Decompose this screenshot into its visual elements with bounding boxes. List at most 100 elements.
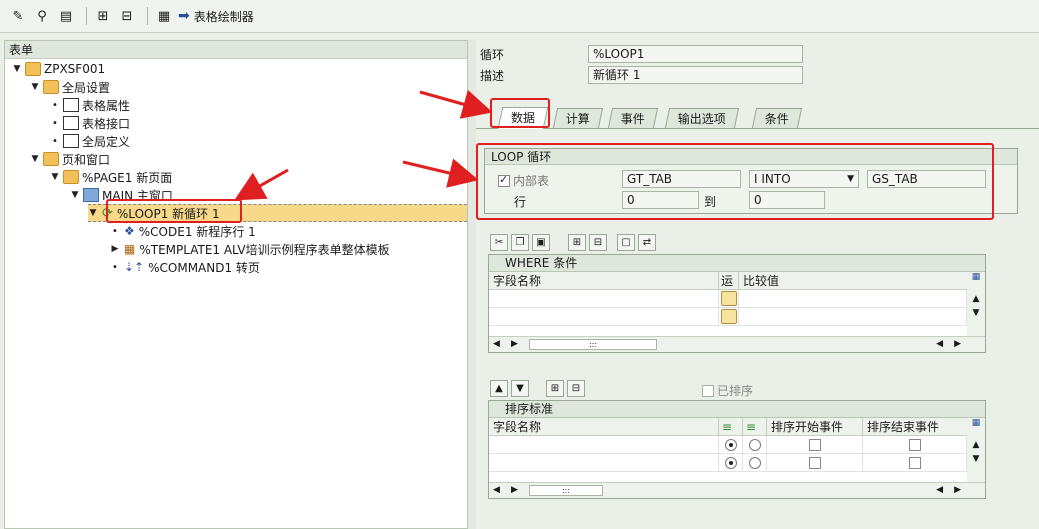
tree-node-command1[interactable]: • ⇣⇡ %COMMAND1 转页	[110, 258, 260, 276]
column-header-field-name[interactable]: 字段名称	[489, 272, 719, 289]
collapsed-triangle-icon[interactable]: ▶	[110, 244, 120, 254]
ascending-cell[interactable]	[719, 436, 743, 453]
ascending-radio[interactable]	[724, 456, 737, 469]
table-settings-icon[interactable]: ▦	[967, 418, 985, 436]
column-header-operator[interactable]: 运	[719, 272, 739, 289]
loop-name-field[interactable]: %LOOP1	[588, 45, 803, 63]
cut-icon[interactable]: ✂	[490, 234, 508, 251]
operator-cell[interactable]	[719, 290, 739, 307]
delete-row-icon[interactable]: ⊟	[589, 234, 607, 251]
expand-node-icon[interactable]: ⊞	[93, 6, 113, 26]
copy-icon[interactable]: ❐	[511, 234, 529, 251]
move-down-icon[interactable]: ▼	[511, 380, 529, 397]
delete-row-icon[interactable]: ⊟	[567, 380, 585, 397]
column-header-compare-value[interactable]: 比较值	[739, 272, 967, 289]
sort-start-event-cell[interactable]	[767, 454, 863, 471]
tab-calculation[interactable]: 计算	[552, 108, 604, 128]
tree-node-template1[interactable]: ▶ ▦ %TEMPLATE1 ALV培训示例程序表单整体模板	[110, 240, 390, 258]
sort-start-event-checkbox[interactable]	[808, 456, 821, 469]
horizontal-scrollbar[interactable]: ◀ ▶ ::: ◀ ▶	[489, 482, 985, 498]
descending-cell[interactable]	[743, 436, 767, 453]
tree-node-root[interactable]: ▼ ZPXSF001	[12, 60, 105, 78]
operator-button[interactable]	[720, 309, 737, 324]
sort-end-event-cell[interactable]	[863, 454, 967, 471]
field-name-cell[interactable]	[489, 290, 719, 307]
expand-triangle-icon[interactable]: ▼	[88, 208, 98, 218]
scroll-left-icon[interactable]: ◀	[936, 339, 943, 349]
field-list-icon[interactable]: ▢	[617, 234, 635, 251]
sort-end-event-checkbox[interactable]	[908, 456, 921, 469]
tree-node-global-settings[interactable]: ▼ 全局设置	[30, 78, 110, 96]
expand-triangle-icon[interactable]: ▼	[70, 190, 80, 200]
descending-radio[interactable]	[748, 438, 761, 451]
tab-events[interactable]: 事件	[607, 108, 659, 128]
tree-node-form-interface[interactable]: • 表格接口	[50, 114, 130, 132]
horizontal-scrollbar[interactable]: ◀ ▶ ::: ◀ ▶	[489, 336, 985, 352]
panel-splitter[interactable]	[468, 40, 476, 529]
tree-node-page1[interactable]: ▼ %PAGE1 新页面	[50, 168, 172, 186]
ascending-radio[interactable]	[724, 438, 737, 451]
scroll-down-icon[interactable]: ▼	[967, 308, 985, 318]
tree-node-pages-windows[interactable]: ▼ 页和窗口	[30, 150, 110, 168]
operator-cell[interactable]	[719, 308, 739, 325]
column-header-ascending[interactable]: ≡	[719, 418, 743, 435]
collapse-node-icon[interactable]: ⊟	[117, 6, 137, 26]
scroll-right-icon[interactable]: ▶	[511, 485, 518, 495]
ascending-cell[interactable]	[719, 454, 743, 471]
form-painter-button[interactable]: ➡ 表格绘制器	[178, 8, 254, 25]
column-header-field-name[interactable]: 字段名称	[489, 418, 719, 435]
already-sorted-checkbox[interactable]	[702, 384, 714, 397]
table-row[interactable]	[489, 436, 967, 454]
tab-conditions[interactable]: 条件	[751, 108, 803, 128]
scroll-right-icon[interactable]: ▶	[954, 339, 961, 349]
tree-node-global-definitions[interactable]: • 全局定义	[50, 132, 130, 150]
print-preview-icon[interactable]: ▤	[56, 6, 76, 26]
expand-triangle-icon[interactable]: ▼	[50, 172, 60, 182]
operator-button[interactable]	[720, 291, 737, 306]
description-field[interactable]: 新循环 1	[588, 66, 803, 84]
paste-icon[interactable]: ▣	[532, 234, 550, 251]
expand-triangle-icon[interactable]: ▼	[30, 154, 40, 164]
sort-start-event-cell[interactable]	[767, 436, 863, 453]
scroll-right-icon[interactable]: ▶	[954, 485, 961, 495]
sort-end-event-checkbox[interactable]	[908, 438, 921, 451]
field-name-cell[interactable]	[489, 454, 719, 471]
already-sorted-checkbox-row[interactable]: 已排序	[702, 382, 753, 399]
column-header-sort-start-event[interactable]: 排序开始事件	[767, 418, 863, 435]
table-row[interactable]	[489, 308, 967, 326]
scroll-left-icon[interactable]: ◀	[936, 485, 943, 495]
insert-row-icon[interactable]: ⊞	[546, 380, 564, 397]
hierarchy-icon[interactable]: ⚲	[32, 6, 52, 26]
move-icon[interactable]: ⇄	[638, 234, 656, 251]
sort-end-event-cell[interactable]	[863, 436, 967, 453]
form-check-icon[interactable]: ▦	[154, 6, 174, 26]
sort-start-event-checkbox[interactable]	[808, 438, 821, 451]
insert-row-icon[interactable]: ⊞	[568, 234, 586, 251]
scroll-left-icon[interactable]: ◀	[493, 339, 500, 349]
scroll-down-icon[interactable]: ▼	[967, 454, 985, 464]
table-row[interactable]	[489, 454, 967, 472]
vertical-scrollbar[interactable]: ▦ ▲ ▼	[967, 272, 985, 336]
table-row[interactable]	[489, 290, 967, 308]
scroll-thumb[interactable]: :::	[529, 339, 657, 350]
tree-node-form-attributes[interactable]: • 表格属性	[50, 96, 130, 114]
edit-pen-icon[interactable]: ✎	[8, 6, 28, 26]
scroll-left-icon[interactable]: ◀	[493, 485, 500, 495]
scroll-thumb[interactable]: :::	[529, 485, 603, 496]
tree-node-code1[interactable]: • ❖ %CODE1 新程序行 1	[110, 222, 256, 240]
descending-radio[interactable]	[748, 456, 761, 469]
expand-triangle-icon[interactable]: ▼	[12, 64, 22, 74]
scroll-up-icon[interactable]: ▲	[967, 440, 985, 450]
field-name-cell[interactable]	[489, 436, 719, 453]
descending-cell[interactable]	[743, 454, 767, 471]
tab-output-options[interactable]: 输出选项	[664, 108, 740, 128]
column-header-sort-end-event[interactable]: 排序结束事件	[863, 418, 967, 435]
scroll-up-icon[interactable]: ▲	[967, 294, 985, 304]
scroll-right-icon[interactable]: ▶	[511, 339, 518, 349]
field-name-cell[interactable]	[489, 308, 719, 325]
column-header-descending[interactable]: ≡	[743, 418, 767, 435]
move-up-icon[interactable]: ▲	[490, 380, 508, 397]
table-settings-icon[interactable]: ▦	[967, 272, 985, 290]
vertical-scrollbar[interactable]: ▦ ▲ ▼	[967, 418, 985, 482]
compare-value-cell[interactable]	[739, 290, 967, 307]
